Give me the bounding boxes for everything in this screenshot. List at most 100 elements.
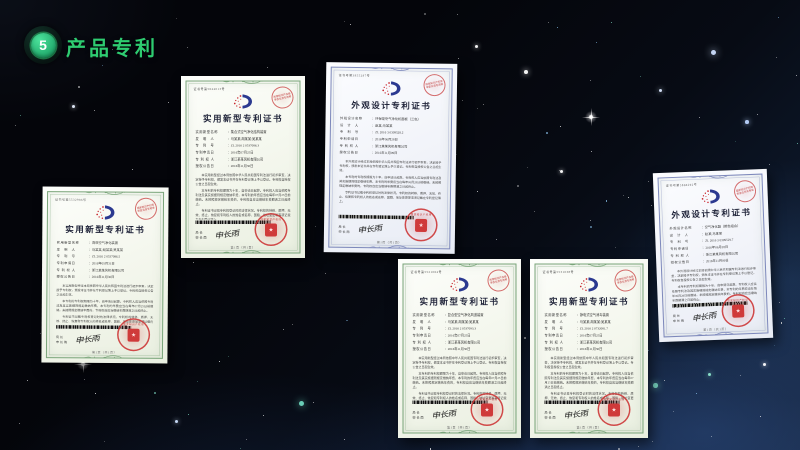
field-label: 专利申请日 bbox=[196, 149, 228, 156]
field-row: 授权公告日 ：2016年11月09日 bbox=[340, 149, 442, 157]
director-signature: 申长雨 bbox=[431, 407, 456, 420]
certificate-frame: 证书号第5531038号 国家知识产权局 审查业务专用章 实用新型专利证书 实用… bbox=[535, 264, 644, 434]
field-value: ：2016年11月30日 bbox=[577, 346, 634, 353]
garland-ornament-icon bbox=[362, 67, 422, 72]
certificate-frame: 证书号第3855287号 国家知识产权局 审查业务专用章 外观设计专利证书 外观… bbox=[328, 67, 453, 250]
field-value: ：静电式空气消毒装置 bbox=[577, 312, 634, 319]
certificate-title: 外观设计专利证书 bbox=[331, 98, 451, 112]
certificate-frame: 证书号第3866292号 国家知识产权局 审查业务专用章 外观设计专利证书 外观… bbox=[657, 174, 768, 338]
signature-row: 局长 申长雨 申长雨 国家知识产权局 ★ bbox=[545, 408, 634, 423]
field-label: 授权公告日 bbox=[413, 346, 445, 353]
cnipa-logo-icon bbox=[232, 94, 255, 109]
field-value: ：马某某;胡某某;吴某某 bbox=[228, 136, 291, 143]
body-paragraph: 专利证书记载专利权登记时的法律状况。专利权的转移、质押、无效、终止、恢复和专利权… bbox=[339, 191, 441, 206]
garland-ornament-icon bbox=[213, 250, 273, 254]
field-row: 专 利 号 ：ZL 2016 2 0732081.7 bbox=[545, 326, 634, 333]
certificate-fields: 实用新型名称 ：静电式空气消毒装置 发 明 人 ：马某某;胡某某;吴某某 专 利… bbox=[545, 312, 634, 353]
official-seal-icon: 国家知识产权局 ★ bbox=[598, 393, 631, 426]
garland-ornament-icon bbox=[359, 245, 419, 250]
patent-certificate-1: 证书号第5532986号 国家知识产权局 审查业务专用章 实用新型专利证书 实用… bbox=[41, 187, 168, 364]
cnipa-logo-icon bbox=[94, 205, 117, 220]
slide: 5 产品专利 证书号第5532986号 国家知识产权局 审查业务专用章 实用新型… bbox=[0, 0, 800, 450]
official-seal-icon: 国家知识产权局 ★ bbox=[255, 213, 288, 246]
field-label: 授权公告日 bbox=[545, 346, 577, 353]
field-value: ：ZL 2016 2 0732081.7 bbox=[577, 326, 634, 333]
seal-ring-text: 国家知识产权局 bbox=[472, 398, 502, 402]
patent-certificate-5: 证书号第5531038号 国家知识产权局 审查业务专用章 实用新型专利证书 实用… bbox=[530, 259, 648, 438]
field-value: ：ZL 2016 2 0537093.3 bbox=[445, 326, 507, 333]
patent-certificate-3: 证书号第3855287号 国家知识产权局 审查业务专用章 外观设计专利证书 外观… bbox=[324, 62, 458, 254]
field-label: 专利申请日 bbox=[413, 332, 445, 339]
field-value: ：集合式空气净化结构装置 bbox=[228, 129, 291, 136]
certificate-title: 实用新型专利证书 bbox=[187, 112, 300, 125]
certificate-body: 本实用新型经过本局依照中华人民共和国专利法进行初步审查，决定授予专利权，颁发本证… bbox=[196, 173, 291, 219]
body-paragraph: 本实用新型经过本局依照中华人民共和国专利法进行初步审查，决定授予专利权，颁发本证… bbox=[545, 356, 634, 370]
garland-ornament-icon bbox=[559, 264, 619, 268]
field-row: 专利申请日 ：2016年07月25日 bbox=[545, 332, 634, 339]
national-emblem-icon: ★ bbox=[732, 304, 744, 317]
field-value: ：复合型空气净化风道装置 bbox=[445, 312, 507, 319]
certificate-fields: 外观设计名称 ：空气净化器（颜色组合） 设 计 人 ：赵某;马某某 专 利 号 … bbox=[669, 222, 756, 266]
body-paragraph: 本专利的专利权期限为十年，自申请日起算。专利权人应当依照专利法及其实施细则规定缴… bbox=[56, 300, 153, 314]
national-emblem-icon: ★ bbox=[481, 404, 493, 417]
field-label: 授权公告日 bbox=[196, 163, 228, 170]
field-row: 专 利 权 人 ：浙江某某风机有限公司 bbox=[196, 156, 291, 163]
garland-ornament-icon bbox=[76, 191, 136, 195]
seal-ring-text: 国家知识产权局 bbox=[599, 398, 629, 402]
field-label: 授权公告日 bbox=[671, 259, 703, 267]
issuer-name: 申长雨 bbox=[338, 230, 350, 235]
field-row: 实用新型名称 ：集合式空气净化结构装置 bbox=[196, 129, 291, 136]
field-value: ：2016年07月25日 bbox=[445, 332, 507, 339]
garland-ornament-icon bbox=[680, 174, 740, 181]
field-value: ：浙江某某风机有限公司 bbox=[228, 156, 291, 163]
issuer-name: 申长雨 bbox=[56, 340, 68, 345]
field-label: 发 明 人 bbox=[413, 319, 445, 326]
field-value: ：浙江某某风机有限公司 bbox=[577, 339, 634, 346]
official-seal-icon: 国家知识产权局 ★ bbox=[404, 208, 437, 241]
field-label: 实用新型名称 bbox=[545, 312, 577, 319]
certificate-frame: 证书号第5521064号 国家知识产权局 审查业务专用章 实用新型专利证书 实用… bbox=[403, 264, 517, 434]
field-row: 专 利 号 ：ZL 2016 2 0537093.3 bbox=[413, 326, 507, 333]
slide-number-badge: 5 bbox=[24, 26, 62, 64]
national-emblem-icon: ★ bbox=[265, 224, 277, 237]
signature-row: 局长 申长雨 申长雨 国家知识产权局 ★ bbox=[56, 333, 153, 349]
garland-ornament-icon bbox=[559, 430, 619, 434]
patent-certificate-2: 证书号第5644013号 国家知识产权局 审查业务专用章 实用新型专利证书 实用… bbox=[181, 76, 305, 258]
field-value: ：2016年11月09日 bbox=[703, 256, 756, 265]
body-paragraph: 本实用新型经过本局依照中华人民共和国专利法进行初步审查，决定授予专利权，颁发本证… bbox=[196, 173, 291, 187]
body-paragraph: 本实用新型经过本局依照中华人民共和国专利法进行初步审查，决定授予专利权，颁发本证… bbox=[413, 356, 507, 370]
field-value: ：2016年11月30日 bbox=[445, 346, 507, 353]
certificate-title: 实用新型专利证书 bbox=[404, 295, 516, 308]
field-label: 发 明 人 bbox=[545, 319, 577, 326]
signature-row: 局长 申长雨 申长雨 国家知识产权局 ★ bbox=[413, 408, 507, 423]
garland-ornament-icon bbox=[213, 81, 273, 85]
body-paragraph: 本外观设计经过本局依照中华人民共和国专利法进行初步审查，决定授予专利权，颁发本证… bbox=[671, 267, 756, 284]
issuer-label: 局长 申长雨 bbox=[413, 410, 425, 420]
director-signature: 申长雨 bbox=[357, 222, 382, 235]
patent-certificate-4: 证书号第5521064号 国家知识产权局 审查业务专用章 实用新型专利证书 实用… bbox=[398, 259, 521, 438]
signature-row: 局长 申长雨 申长雨 国家知识产权局 ★ bbox=[196, 228, 291, 243]
seal-ring-text: 国家知识产权局 bbox=[406, 213, 436, 217]
official-seal-icon: 国家知识产权局 ★ bbox=[117, 318, 150, 351]
field-row: 授权公告日 ：2016年11月30日 bbox=[545, 346, 634, 353]
issuer-name: 申长雨 bbox=[196, 236, 208, 241]
certificate-fields: 实用新型名称 ：高效空气净化装置 发 明 人 ：马某某;胡某某;吴某某 专 利 … bbox=[56, 240, 153, 282]
body-paragraph: 本外观设计经过本局依照中华人民共和国专利法进行初步审查，决定授予专利权，颁发本证… bbox=[339, 160, 441, 175]
field-value: ：马某某;胡某某;吴某某 bbox=[577, 319, 634, 326]
national-emblem-icon: ★ bbox=[415, 219, 427, 232]
field-label: 授权公告日 bbox=[56, 274, 88, 281]
field-row: 授权公告日 ：2016年11月30日 bbox=[413, 346, 507, 353]
director-signature: 申长雨 bbox=[214, 227, 239, 240]
garland-ornament-icon bbox=[686, 331, 746, 338]
field-row: 发 明 人 ：马某某;胡某某;吴某某 bbox=[413, 319, 507, 326]
director-signature: 申长雨 bbox=[563, 407, 588, 420]
field-value: ：2016年11月30日 bbox=[228, 163, 291, 170]
certificate-frame: 证书号第5532986号 国家知识产权局 审查业务专用章 实用新型专利证书 实用… bbox=[46, 191, 164, 359]
garland-ornament-icon bbox=[430, 430, 490, 434]
slide-number-circle: 5 bbox=[31, 33, 56, 58]
field-row: 发 明 人 ：马某某;胡某某;吴某某 bbox=[545, 319, 634, 326]
patent-certificate-6: 证书号第3866292号 国家知识产权局 审查业务专用章 外观设计专利证书 外观… bbox=[653, 169, 773, 342]
field-label: 实用新型名称 bbox=[413, 312, 445, 319]
seal-ring-text: 国家知识产权局 bbox=[256, 218, 286, 222]
certificate-fields: 实用新型名称 ：集合式空气净化结构装置 发 明 人 ：马某某;胡某某;吴某某 专… bbox=[196, 129, 291, 170]
